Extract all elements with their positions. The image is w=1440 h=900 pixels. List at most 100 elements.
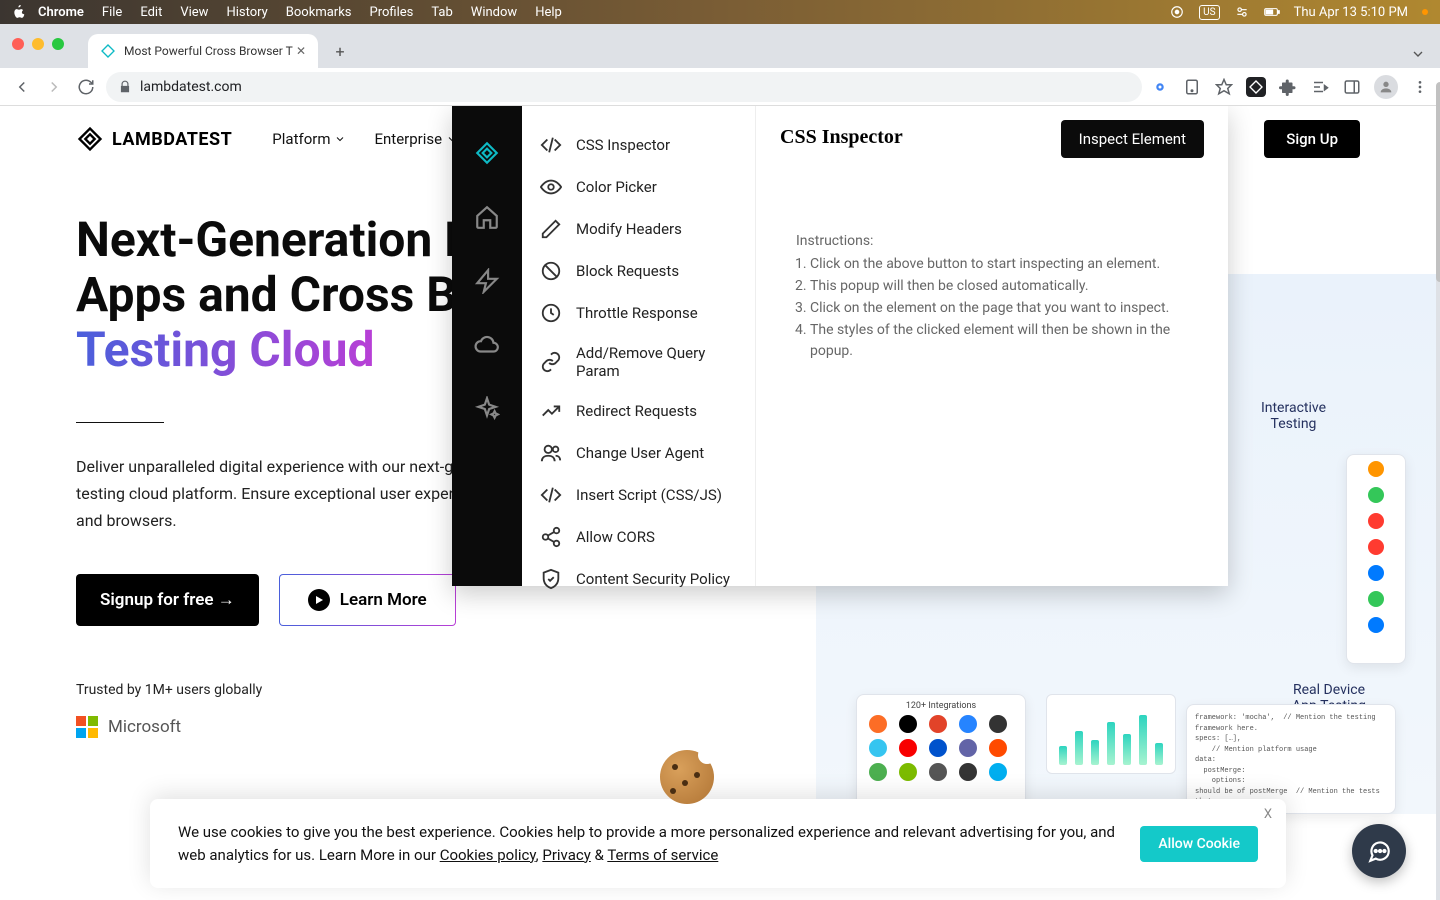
learn-more-button[interactable]: Learn More: [279, 574, 456, 626]
chrome-menu-icon[interactable]: [1410, 77, 1430, 97]
menubar-clock[interactable]: Thu Apr 13 5:10 PM: [1294, 5, 1408, 20]
cookie-consent-banner: X We use cookies to give you the best ex…: [150, 799, 1286, 888]
menubar-app-name[interactable]: Chrome: [38, 5, 84, 20]
extension-instructions: Instructions: Click on the above button …: [780, 165, 1204, 362]
tool-css-inspector[interactable]: CSS Inspector: [522, 124, 755, 166]
menu-help[interactable]: Help: [535, 5, 562, 20]
rail-bolt-icon[interactable]: [474, 268, 500, 294]
tool-query-param[interactable]: Add/Remove Query Param: [522, 334, 755, 390]
shield-icon: [540, 568, 562, 590]
pencil-icon: [540, 218, 562, 240]
tool-throttle-response[interactable]: Throttle Response: [522, 292, 755, 334]
tab-title: Most Powerful Cross Browser T: [124, 44, 293, 58]
notification-dot-icon: [1422, 9, 1428, 15]
menu-tab[interactable]: Tab: [431, 5, 452, 20]
logo-icon: [76, 125, 104, 153]
window-zoom-button[interactable]: [52, 38, 64, 50]
inspect-element-button[interactable]: Inspect Element: [1061, 120, 1204, 158]
tool-allow-cors[interactable]: Allow CORS: [522, 516, 755, 558]
chat-fab[interactable]: [1352, 824, 1406, 878]
window-minimize-button[interactable]: [32, 38, 44, 50]
logo-text: LAMBDATEST: [112, 129, 232, 150]
site-logo[interactable]: LAMBDATEST: [76, 125, 232, 153]
screen-record-icon[interactable]: [1169, 4, 1185, 20]
menu-window[interactable]: Window: [471, 5, 517, 20]
trusted-by-text: Trusted by 1M+ users globally: [76, 682, 1360, 698]
microsoft-logo-text: Microsoft: [108, 717, 181, 737]
menu-history[interactable]: History: [226, 5, 267, 20]
install-app-icon[interactable]: [1182, 77, 1202, 97]
rail-logo-icon[interactable]: [474, 140, 500, 166]
users-icon: [540, 442, 562, 464]
tab-close-icon[interactable]: ✕: [296, 44, 306, 58]
rail-sparkle-icon[interactable]: [474, 396, 500, 422]
page-scrollbar[interactable]: [1436, 82, 1440, 282]
control-center-icon[interactable]: [1234, 4, 1250, 20]
cookie-text: We use cookies to give you the best expe…: [178, 821, 1120, 866]
extensions-puzzle-icon[interactable]: [1278, 77, 1298, 97]
nav-reload-button[interactable]: [74, 75, 98, 99]
signup-free-button[interactable]: Signup for free →: [76, 574, 259, 626]
menu-edit[interactable]: Edit: [140, 5, 162, 20]
window-controls: [12, 38, 64, 50]
code-icon: [540, 134, 562, 156]
apple-menu-icon[interactable]: [12, 5, 26, 19]
privacy-link[interactable]: Privacy: [542, 846, 590, 864]
trend-up-icon: [540, 400, 562, 422]
block-icon: [540, 260, 562, 282]
signup-button[interactable]: Sign Up: [1264, 120, 1360, 158]
tool-change-user-agent[interactable]: Change User Agent: [522, 432, 755, 474]
eye-icon: [540, 176, 562, 198]
omnibox[interactable]: lambdatest.com: [106, 72, 1142, 102]
terms-link[interactable]: Terms of service: [607, 846, 718, 864]
active-extension-icon[interactable]: [1246, 77, 1266, 97]
profile-avatar[interactable]: [1374, 75, 1398, 99]
omnibox-url: lambdatest.com: [140, 79, 242, 95]
menu-profiles[interactable]: Profiles: [370, 5, 414, 20]
tool-color-picker[interactable]: Color Picker: [522, 166, 755, 208]
chrome-toolbar: lambdatest.com: [0, 68, 1440, 106]
menu-file[interactable]: File: [102, 5, 122, 20]
hero-divider: [76, 422, 164, 423]
tool-insert-script[interactable]: Insert Script (CSS/JS): [522, 474, 755, 516]
battery-icon[interactable]: [1264, 4, 1280, 20]
nav-platform[interactable]: Platform: [272, 130, 346, 148]
chrome-window: Most Powerful Cross Browser T ✕ + lambda…: [0, 24, 1440, 900]
extension-rail: [452, 106, 522, 586]
rail-cloud-icon[interactable]: [474, 332, 500, 358]
tool-modify-headers[interactable]: Modify Headers: [522, 208, 755, 250]
bookmark-star-icon[interactable]: [1214, 77, 1234, 97]
extension-popup: CSS Inspector Color Picker Modify Header…: [452, 106, 1228, 586]
side-panel-icon[interactable]: [1342, 77, 1362, 97]
tool-redirect-requests[interactable]: Redirect Requests: [522, 390, 755, 432]
allow-cookie-button[interactable]: Allow Cookie: [1140, 826, 1258, 862]
extension-detail-panel: Inspect Element CSS Inspector Instructio…: [756, 106, 1228, 586]
tool-block-requests[interactable]: Block Requests: [522, 250, 755, 292]
google-lens-icon[interactable]: [1150, 77, 1170, 97]
menu-bookmarks[interactable]: Bookmarks: [286, 5, 352, 20]
cookie-icon: [660, 750, 714, 804]
cookies-policy-link[interactable]: Cookies policy: [440, 846, 536, 864]
page-content: InteractiveTesting Real DeviceApp Testin…: [0, 106, 1436, 900]
share-icon: [540, 526, 562, 548]
browser-tab[interactable]: Most Powerful Cross Browser T ✕: [88, 34, 318, 68]
microsoft-logo-icon: [76, 716, 98, 738]
menu-view[interactable]: View: [180, 5, 208, 20]
nav-back-button[interactable]: [10, 75, 34, 99]
tab-overflow-icon[interactable]: [1410, 46, 1426, 62]
clock-icon: [540, 302, 562, 324]
nav-forward-button[interactable]: [42, 75, 66, 99]
new-tab-button[interactable]: +: [326, 37, 354, 65]
window-close-button[interactable]: [12, 38, 24, 50]
tool-csp[interactable]: Content Security Policy: [522, 558, 755, 600]
nav-enterprise[interactable]: Enterprise: [374, 130, 458, 148]
media-control-icon[interactable]: [1310, 77, 1330, 97]
input-source[interactable]: US: [1199, 5, 1219, 20]
macos-menubar: Chrome File Edit View History Bookmarks …: [0, 0, 1440, 24]
cookie-close-button[interactable]: X: [1264, 807, 1272, 822]
extension-tool-list: CSS Inspector Color Picker Modify Header…: [522, 106, 756, 586]
play-icon: [308, 589, 330, 611]
code-icon: [540, 484, 562, 506]
rail-home-icon[interactable]: [474, 204, 500, 230]
tab-favicon-icon: [100, 43, 116, 59]
